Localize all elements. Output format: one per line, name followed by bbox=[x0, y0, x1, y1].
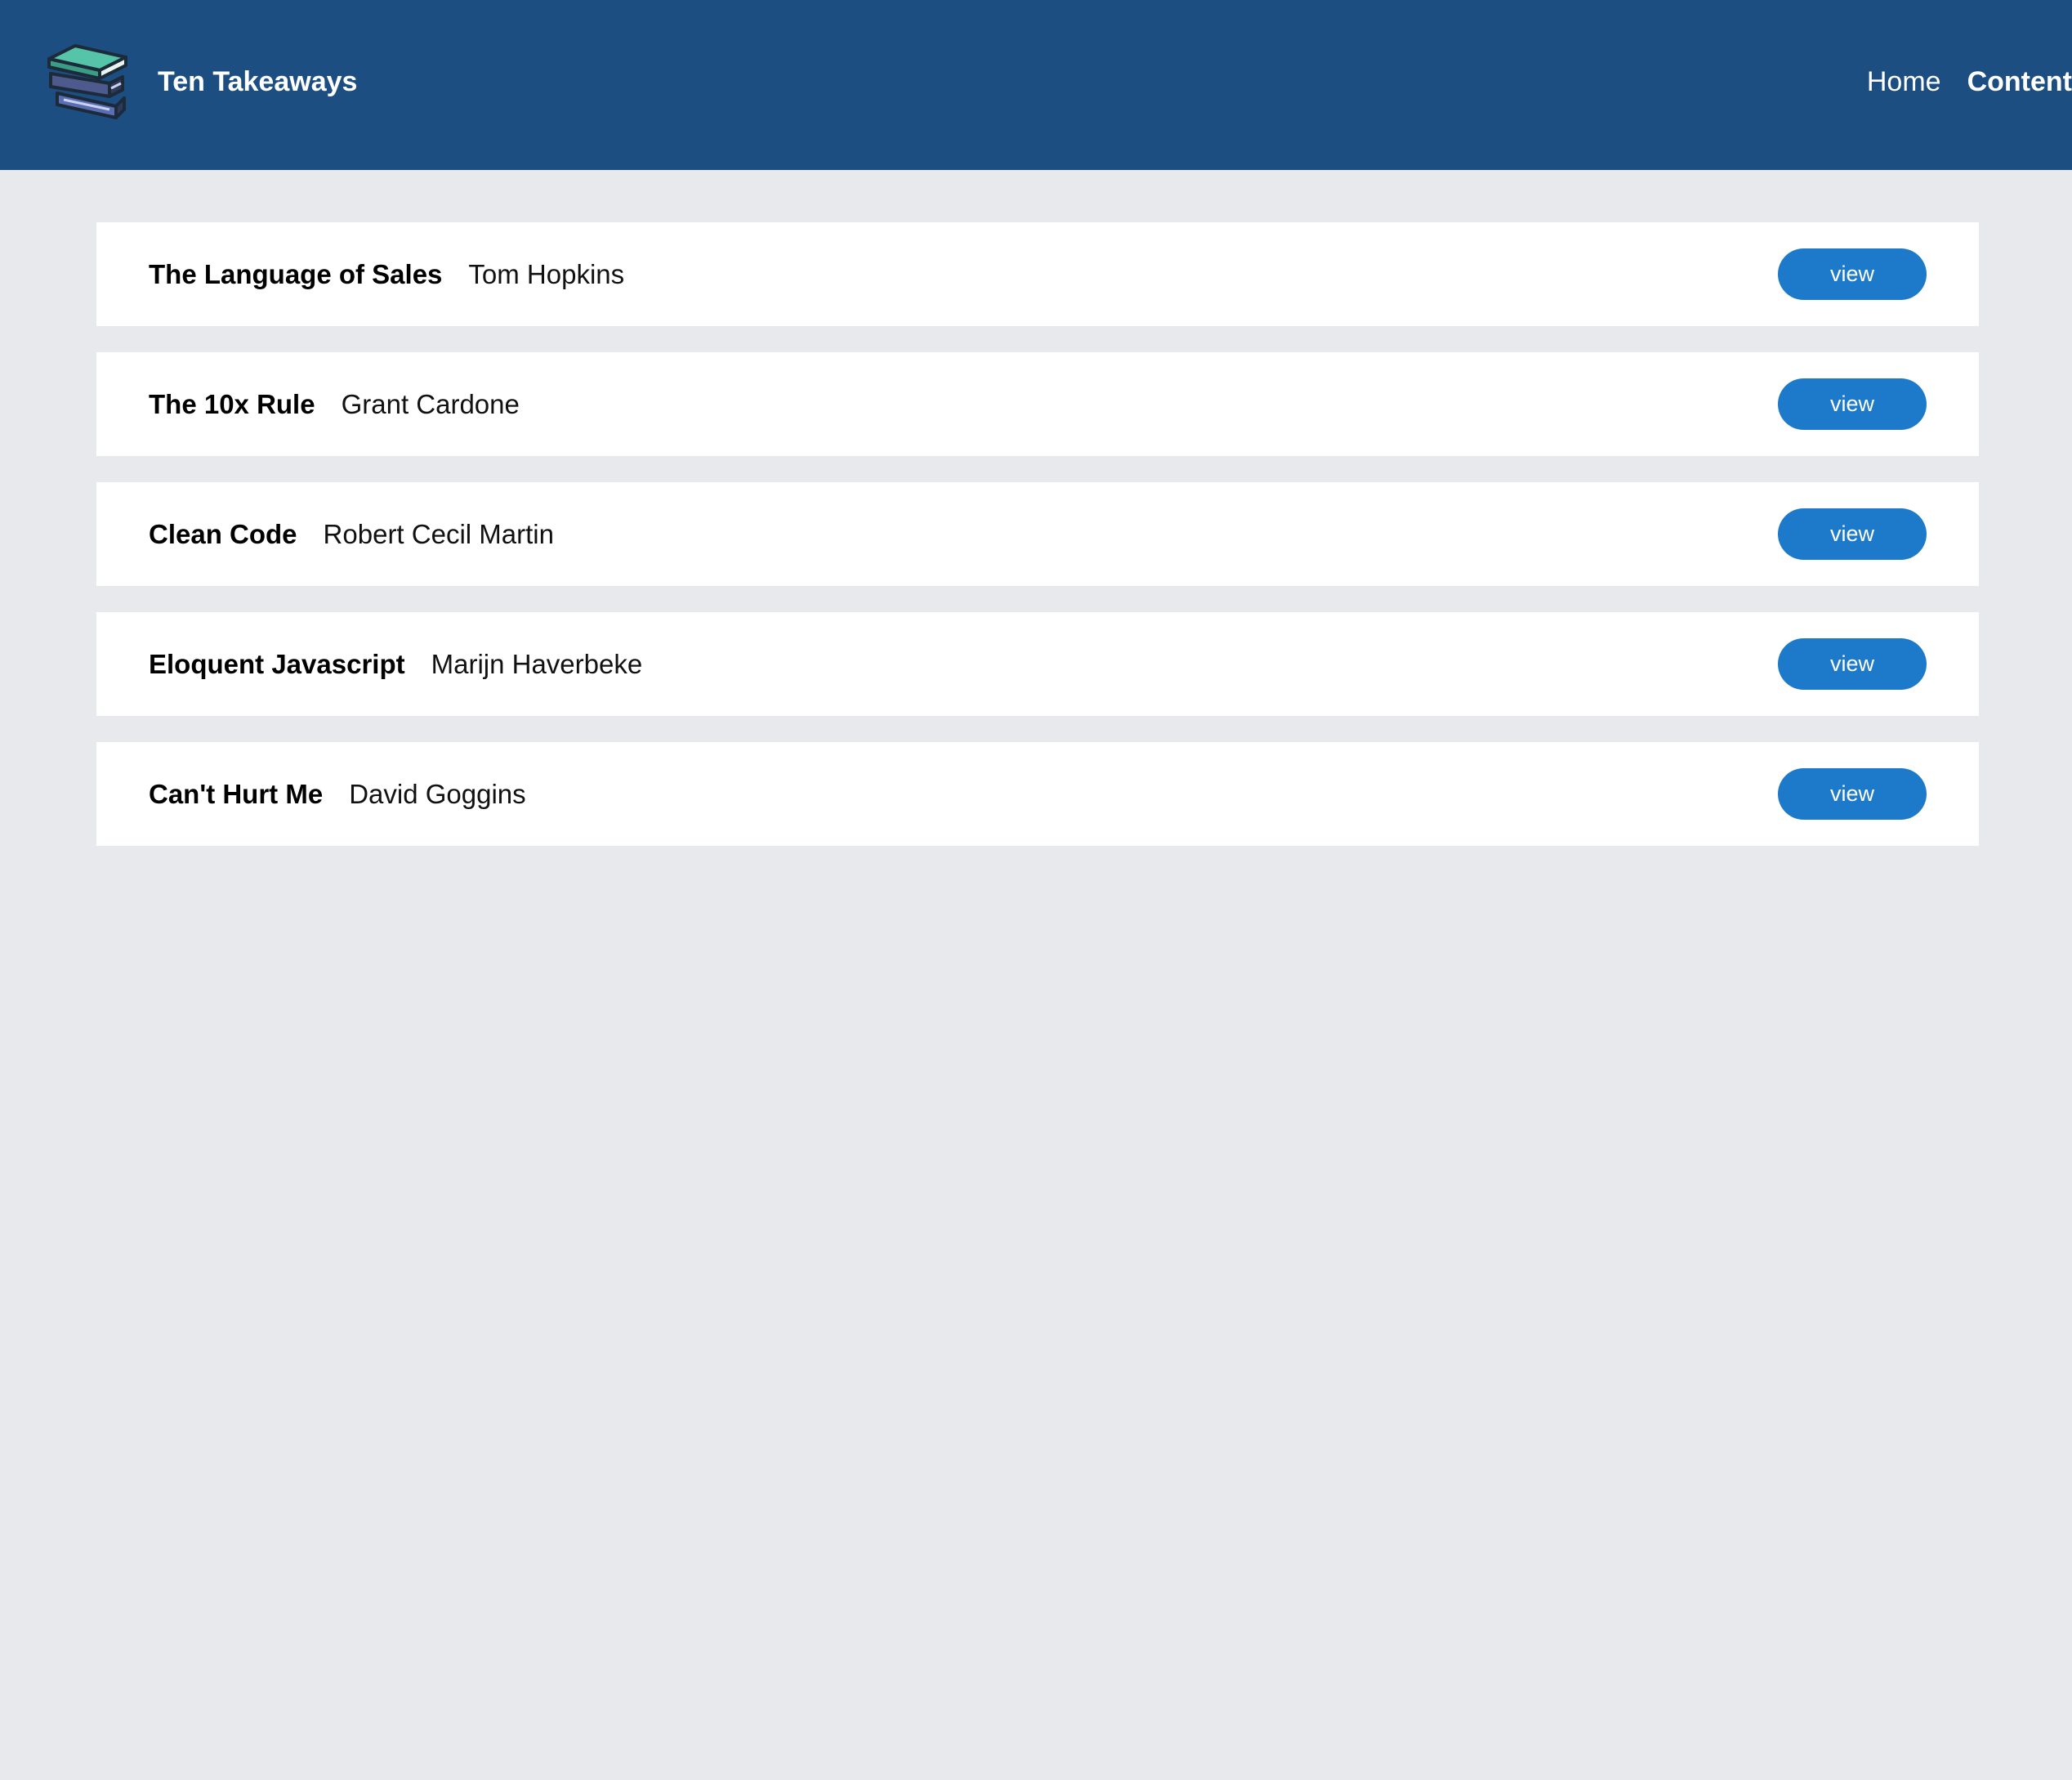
top-header: Ten Takeaways Home Content bbox=[0, 0, 2072, 170]
book-card: The 10x Rule Grant Cardone view bbox=[96, 352, 1979, 456]
book-title: Eloquent Javascript bbox=[149, 648, 405, 679]
book-card: Clean Code Robert Cecil Martin view bbox=[96, 482, 1979, 586]
books-stack-icon[interactable] bbox=[46, 41, 131, 124]
book-card: Eloquent Javascript Marijn Haverbeke vie… bbox=[96, 612, 1979, 716]
view-button[interactable]: view bbox=[1778, 378, 1927, 430]
book-card: Can't Hurt Me David Goggins view bbox=[96, 742, 1979, 846]
book-author: Robert Cecil Martin bbox=[323, 518, 554, 549]
book-info: The Language of Sales Tom Hopkins bbox=[149, 222, 624, 326]
book-author: Grant Cardone bbox=[341, 388, 520, 419]
book-title: Can't Hurt Me bbox=[149, 778, 324, 809]
nav-content-link[interactable]: Content bbox=[1967, 64, 2072, 100]
view-button[interactable]: view bbox=[1778, 768, 1927, 820]
book-info: Eloquent Javascript Marijn Haverbeke bbox=[149, 612, 642, 716]
book-info: Clean Code Robert Cecil Martin bbox=[149, 482, 554, 586]
book-author: Tom Hopkins bbox=[468, 258, 625, 289]
view-button[interactable]: view bbox=[1778, 638, 1927, 690]
book-title: The Language of Sales bbox=[149, 258, 443, 289]
brand-name[interactable]: Ten Takeaways bbox=[158, 64, 357, 100]
book-author: Marijn Haverbeke bbox=[431, 648, 643, 679]
view-button[interactable]: view bbox=[1778, 508, 1927, 560]
book-info: Can't Hurt Me David Goggins bbox=[149, 742, 526, 846]
book-author: David Goggins bbox=[349, 778, 526, 809]
view-button[interactable]: view bbox=[1778, 248, 1927, 300]
book-title: The 10x Rule bbox=[149, 388, 315, 419]
nav-home-link[interactable]: Home bbox=[1867, 64, 1941, 100]
book-title: Clean Code bbox=[149, 518, 297, 549]
book-card: The Language of Sales Tom Hopkins view bbox=[96, 222, 1979, 326]
book-info: The 10x Rule Grant Cardone bbox=[149, 352, 520, 456]
main-nav: Home Content bbox=[1867, 64, 2072, 100]
book-list: The Language of Sales Tom Hopkins view T… bbox=[96, 222, 1979, 872]
